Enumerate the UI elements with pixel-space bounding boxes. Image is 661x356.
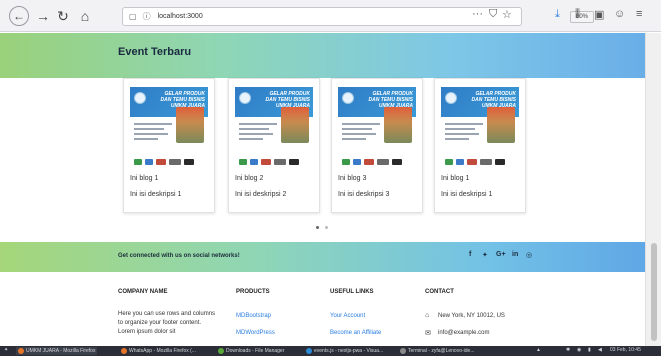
task-terminal[interactable]: Terminal - zyfa@Lenovo-ide...: [400, 347, 475, 355]
footer-heading-useful: USEFUL LINKS: [330, 289, 374, 295]
browser-window: ← → ↻ ⌂ ▢ ⓘ localhost:3000 80% ··· ⛉ ☆ ⤓…: [0, 0, 661, 356]
card-description: Ini isi deskripsi 1: [441, 191, 493, 198]
task-label: WhatsApp - Mozilla Firefox (...: [129, 348, 196, 354]
browser-toolbar: ← → ↻ ⌂ ▢ ⓘ localhost:3000 80% ··· ⛉ ☆ ⤓…: [0, 0, 661, 32]
zoom-level[interactable]: 80%: [570, 11, 595, 23]
twitter-icon[interactable]: ✦: [482, 251, 488, 259]
library-icon[interactable]: ⫼: [575, 8, 580, 21]
reload-icon[interactable]: ↻: [54, 7, 72, 25]
task-label: Downloads - File Manager: [226, 348, 285, 354]
instagram-icon[interactable]: ◎: [526, 251, 532, 259]
event-banner: Event Terbaru: [0, 33, 645, 78]
carousel-dot[interactable]: [325, 226, 328, 229]
back-icon[interactable]: ←: [9, 6, 29, 26]
carousel-indicators[interactable]: [316, 226, 328, 229]
card-description: Ini isi deskripsi 1: [130, 191, 182, 198]
volume-icon[interactable]: ◀: [598, 347, 602, 353]
home-icon: ⌂: [425, 312, 430, 319]
facebook-icon[interactable]: f: [469, 251, 471, 258]
bluetooth-icon[interactable]: ✱: [566, 347, 570, 353]
blog-card[interactable]: GELAR PRODUK DAN TEMU BISNIS UMKM JUARA …: [434, 78, 526, 213]
menu-icon[interactable]: ≡: [636, 8, 642, 20]
social-banner: Get connected with us on social networks…: [0, 242, 645, 272]
social-text: Get connected with us on social networks…: [118, 253, 240, 259]
home-icon[interactable]: ⌂: [76, 7, 94, 25]
url-text[interactable]: localhost:3000: [158, 13, 203, 20]
footer-heading-products: PRODUCTS: [236, 289, 270, 295]
scrollbar-thumb[interactable]: [651, 243, 657, 341]
forward-icon[interactable]: →: [34, 7, 52, 25]
footer-link-affiliate[interactable]: Become an Affiliate: [330, 330, 381, 336]
task-label: Terminal - zyfa@Lenovo-ide...: [408, 348, 475, 354]
blog-card[interactable]: GELAR PRODUK DAN TEMU BISNIS UMKM JUARA …: [331, 78, 423, 213]
section-title: Event Terbaru: [118, 46, 192, 58]
url-bar[interactable]: ▢ ⓘ localhost:3000 80%: [122, 7, 595, 26]
more-icon[interactable]: ···: [472, 8, 483, 20]
page-scrollbar[interactable]: [645, 33, 661, 346]
page-icon: ▢: [129, 12, 137, 21]
clock[interactable]: 03 Feb, 10:45: [610, 347, 641, 353]
footer-company-text: Here you can use rows and columns to org…: [118, 311, 216, 335]
battery-icon[interactable]: ▮: [588, 347, 591, 353]
notification-icon[interactable]: ▲: [536, 347, 541, 353]
footer-heading-contact: CONTACT: [425, 289, 454, 295]
email-icon: ✉: [425, 330, 431, 337]
footer: COMPANY NAME Here you can use rows and c…: [0, 272, 645, 346]
google-plus-icon[interactable]: G+: [496, 251, 506, 258]
footer-link-account[interactable]: Your Account: [330, 313, 365, 319]
footer-heading-company: COMPANY NAME: [118, 289, 168, 295]
contact-address: New York, NY 10012, US: [438, 313, 505, 319]
card-title[interactable]: Ini blog 1: [130, 175, 158, 182]
card-title[interactable]: Ini blog 3: [338, 175, 366, 182]
account-icon[interactable]: ☺: [614, 8, 625, 20]
event-poster-image: GELAR PRODUK DAN TEMU BISNIS UMKM JUARA: [441, 87, 519, 173]
os-taskbar: ✦ UMKM JUARA - Mozilla Firefox WhatsApp …: [0, 346, 661, 356]
card-title[interactable]: Ini blog 1: [441, 175, 469, 182]
task-label: UMKM JUARA - Mozilla Firefox: [26, 348, 96, 354]
pocket-icon[interactable]: ⛉: [489, 8, 497, 21]
start-menu-icon[interactable]: ✦: [4, 347, 8, 353]
linkedin-icon[interactable]: in: [512, 251, 518, 258]
footer-link-mdbootstrap[interactable]: MDBootstrap: [236, 313, 271, 319]
task-label: events.js - nextjs-pwa - Visua...: [314, 348, 384, 354]
carousel-dot[interactable]: [316, 226, 319, 229]
card-title[interactable]: Ini blog 2: [235, 175, 263, 182]
event-poster-image: GELAR PRODUK DAN TEMU BISNIS UMKM JUARA: [235, 87, 313, 173]
blog-card[interactable]: GELAR PRODUK DAN TEMU BISNIS UMKM JUARA …: [123, 78, 215, 213]
contact-email: info@example.com: [438, 330, 490, 336]
event-poster-image: GELAR PRODUK DAN TEMU BISNIS UMKM JUARA: [130, 87, 208, 173]
footer-link-mdwordpress[interactable]: MDWordPress: [236, 330, 275, 336]
event-poster-image: GELAR PRODUK DAN TEMU BISNIS UMKM JUARA: [338, 87, 416, 173]
download-icon[interactable]: ⤓: [555, 8, 560, 21]
blog-card[interactable]: GELAR PRODUK DAN TEMU BISNIS UMKM JUARA …: [228, 78, 320, 213]
wifi-icon[interactable]: ◉: [577, 347, 581, 353]
task-file-manager[interactable]: Downloads - File Manager: [218, 347, 284, 355]
info-icon[interactable]: ⓘ: [143, 11, 151, 22]
task-firefox[interactable]: UMKM JUARA - Mozilla Firefox: [16, 347, 98, 355]
bookmark-star-icon[interactable]: ☆: [502, 8, 512, 21]
task-whatsapp[interactable]: WhatsApp - Mozilla Firefox (...: [121, 347, 196, 355]
task-vscode[interactable]: events.js - nextjs-pwa - Visua...: [306, 347, 383, 355]
card-description: Ini isi deskripsi 3: [338, 191, 390, 198]
card-description: Ini isi deskripsi 2: [235, 191, 287, 198]
sidebar-icon[interactable]: ▣: [594, 8, 604, 21]
